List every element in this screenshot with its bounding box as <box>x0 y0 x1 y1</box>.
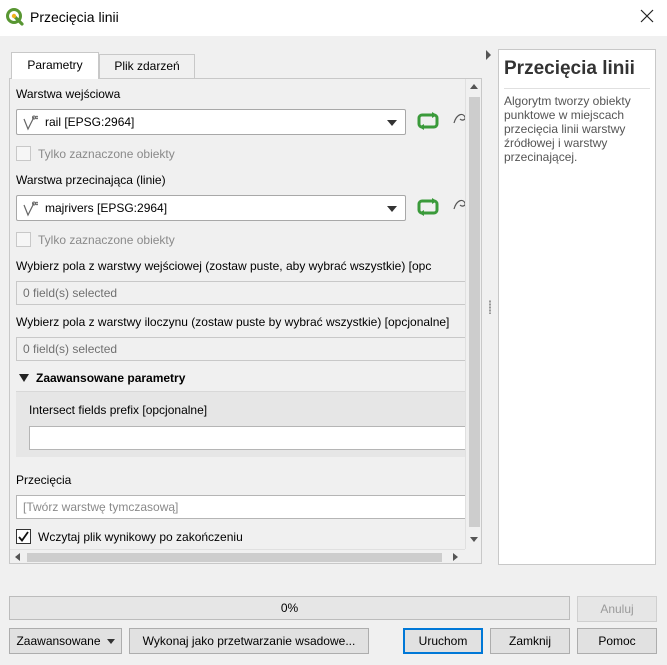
input-selected-only-checkbox[interactable] <box>16 146 31 161</box>
tab-log[interactable]: Plik zdarzeń <box>99 54 195 78</box>
tab-parameters[interactable]: Parametry <box>11 52 99 79</box>
input-layer-label: Warstwa wejściowa <box>16 87 121 101</box>
intersect-layer-combo[interactable]: majrivers [EPSG:2964] <box>16 195 406 221</box>
checkmark-icon <box>18 531 29 542</box>
progress-label: 0% <box>280 601 299 615</box>
chevron-down-icon <box>387 206 397 212</box>
chevron-down-icon <box>106 639 115 645</box>
iterate-icon[interactable] <box>416 195 440 219</box>
horizontal-scrollbar[interactable] <box>10 549 465 563</box>
close-button[interactable]: Zamknij <box>490 628 570 654</box>
intersect-layer-label: Warstwa przecinająca (linie) <box>16 173 166 187</box>
cancel-button[interactable]: Anuluj <box>577 596 657 622</box>
input-selected-only-label: Tylko zaznaczone obiekty <box>38 147 175 161</box>
advanced-dropdown-label: Zaawansowane <box>16 634 101 648</box>
input-layer-combo[interactable]: rail [EPSG:2964] <box>16 109 406 135</box>
scroll-left-icon[interactable] <box>15 553 20 561</box>
output-label: Przecięcia <box>16 473 72 487</box>
close-icon[interactable] <box>639 8 655 24</box>
window-title: Przecięcia linii <box>30 9 119 25</box>
chevron-down-icon <box>387 120 397 126</box>
intersect-selected-only-label: Tylko zaznaczone obiekty <box>38 233 175 247</box>
parameters-scroll-area: Warstwa wejściowa rail [EPSG:2964] Tylko… <box>10 79 476 549</box>
advanced-parameters-header[interactable]: Zaawansowane parametry <box>36 371 185 385</box>
splitter-handle[interactable] <box>489 300 491 314</box>
load-result-label: Wczytaj plik wynikowy po zakończeniu <box>38 530 243 544</box>
intersect-fields-label-text: Wybierz pola z warstwy iloczynu (zostaw … <box>16 315 450 329</box>
scroll-up-icon[interactable] <box>470 84 478 89</box>
input-layer-value: rail [EPSG:2964] <box>45 115 135 129</box>
scroll-right-icon[interactable] <box>453 553 458 561</box>
intersect-fields-selector[interactable]: 0 field(s) selected <box>16 337 476 361</box>
line-layer-icon <box>23 115 38 131</box>
help-divider <box>504 88 650 89</box>
input-fields-label: Wybierz pola z warstwy wejściowej (zosta… <box>16 259 432 273</box>
help-button[interactable]: Pomoc <box>577 628 657 654</box>
prefix-label: Intersect fields prefix [opcjonalne] <box>29 403 208 417</box>
collapse-help-icon[interactable] <box>486 50 491 60</box>
load-result-checkbox[interactable] <box>16 529 31 544</box>
intersect-selected-only-checkbox[interactable] <box>16 232 31 247</box>
iterate-icon[interactable] <box>416 109 440 133</box>
parameters-pane: Warstwa wejściowa rail [EPSG:2964] Tylko… <box>9 78 482 564</box>
output-destination-input[interactable]: [Twórz warstwę tymczasową] <box>16 495 476 519</box>
advanced-dropdown-button[interactable]: Zaawansowane <box>9 628 122 654</box>
title-bar: Przecięcia linii <box>0 0 667 36</box>
help-panel: Przecięcia linii Algorytm tworzy obiekty… <box>498 49 656 565</box>
intersect-layer-value: majrivers [EPSG:2964] <box>45 201 168 215</box>
horizontal-scroll-thumb[interactable] <box>27 553 442 562</box>
vertical-scroll-thumb[interactable] <box>469 97 480 527</box>
prefix-input[interactable] <box>29 426 476 450</box>
line-layer-icon <box>23 201 38 217</box>
input-fields-selector[interactable]: 0 field(s) selected <box>16 281 476 305</box>
collapse-triangle-icon[interactable] <box>18 373 30 383</box>
progress-bar: 0% <box>9 596 570 620</box>
scroll-down-icon[interactable] <box>470 537 478 542</box>
batch-process-button[interactable]: Wykonaj jako przetwarzanie wsadowe... <box>129 628 369 654</box>
help-title: Przecięcia linii <box>504 58 635 79</box>
help-description: Algorytm tworzy obiekty punktowe w miejs… <box>504 94 631 164</box>
qgis-logo-icon <box>6 8 24 26</box>
vertical-scrollbar[interactable] <box>465 79 481 549</box>
run-button[interactable]: Uruchom <box>403 628 483 654</box>
